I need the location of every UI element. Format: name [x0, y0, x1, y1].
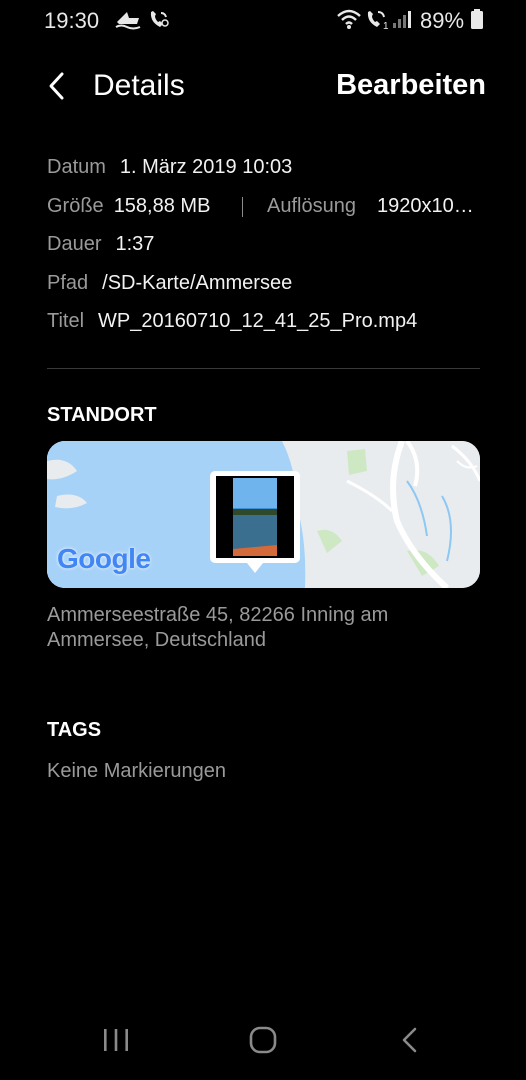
- back-arrow-icon: [49, 72, 64, 100]
- volte-call-icon: 1: [365, 8, 391, 36]
- page-title: Details: [93, 69, 185, 102]
- detail-row-path: Pfad/SD-Karte/Ammersee: [47, 272, 487, 311]
- svg-text:1: 1: [383, 21, 389, 30]
- photo-pin[interactable]: [210, 471, 300, 573]
- resolution-label: Auflösung: [267, 194, 356, 217]
- battery-percentage: 89%: [420, 8, 465, 33]
- title-value: WP_20160710_12_41_25_Pro.mp4: [98, 310, 418, 332]
- date-value: 1. März 2019 10:03: [119, 156, 293, 178]
- detail-row-duration: Dauer 1:37: [47, 233, 487, 272]
- divider: [242, 196, 243, 217]
- battery-icon: [470, 8, 484, 36]
- location-address: Ammerseestraße 45, 82266 Inning am Ammer…: [47, 604, 389, 651]
- path-label: Pfad: [47, 271, 89, 294]
- tags-empty-text: Keine Markierungen: [47, 760, 226, 782]
- size-label: Größe: [47, 194, 104, 217]
- title-label: Titel: [47, 310, 85, 332]
- app-header: Details Bearbeiten: [0, 60, 526, 116]
- home-icon: [249, 1026, 277, 1054]
- boat-icon: [115, 8, 141, 36]
- details-list: Datum 1. März 2019 10:03 Größe 158,88 MB A…: [47, 156, 487, 349]
- status-bar: 19:30 1 89%: [0, 0, 526, 42]
- path-value: /SD-Karte/Ammersee: [102, 271, 293, 294]
- back-icon: [402, 1027, 417, 1053]
- status-time: 19:30: [44, 8, 100, 33]
- back-button[interactable]: [42, 68, 74, 104]
- wifi-calling-icon: [148, 8, 170, 36]
- tags-section-title: TAGS: [47, 719, 102, 741]
- detail-row-date: Datum 1. März 2019 10:03: [47, 156, 487, 195]
- date-label: Datum: [47, 156, 106, 178]
- system-back-button[interactable]: [390, 1024, 430, 1056]
- resolution-value: 1920x10…: [377, 194, 474, 217]
- wifi-icon: [336, 8, 362, 36]
- google-logo: Google: [57, 543, 151, 574]
- signal-icon: [392, 8, 412, 36]
- location-map[interactable]: Google: [47, 441, 480, 588]
- location-section-title: STANDORT: [47, 404, 157, 426]
- edit-button[interactable]: Bearbeiten: [336, 69, 486, 102]
- duration-label: Dauer: [47, 233, 102, 255]
- size-value: 158,88 MB: [113, 194, 211, 217]
- recent-apps-button[interactable]: [96, 1024, 136, 1056]
- home-button[interactable]: [243, 1024, 283, 1056]
- navigation-bar: [0, 1010, 526, 1070]
- detail-row-size: Größe 158,88 MB Auflösung 1920x10…: [47, 195, 487, 234]
- recent-apps-icon: [104, 1029, 128, 1051]
- duration-value: 1:37: [115, 233, 155, 255]
- detail-row-title: Titel WP_20160710_12_41_25_Pro.mp4: [47, 310, 487, 349]
- section-divider: [47, 368, 480, 369]
